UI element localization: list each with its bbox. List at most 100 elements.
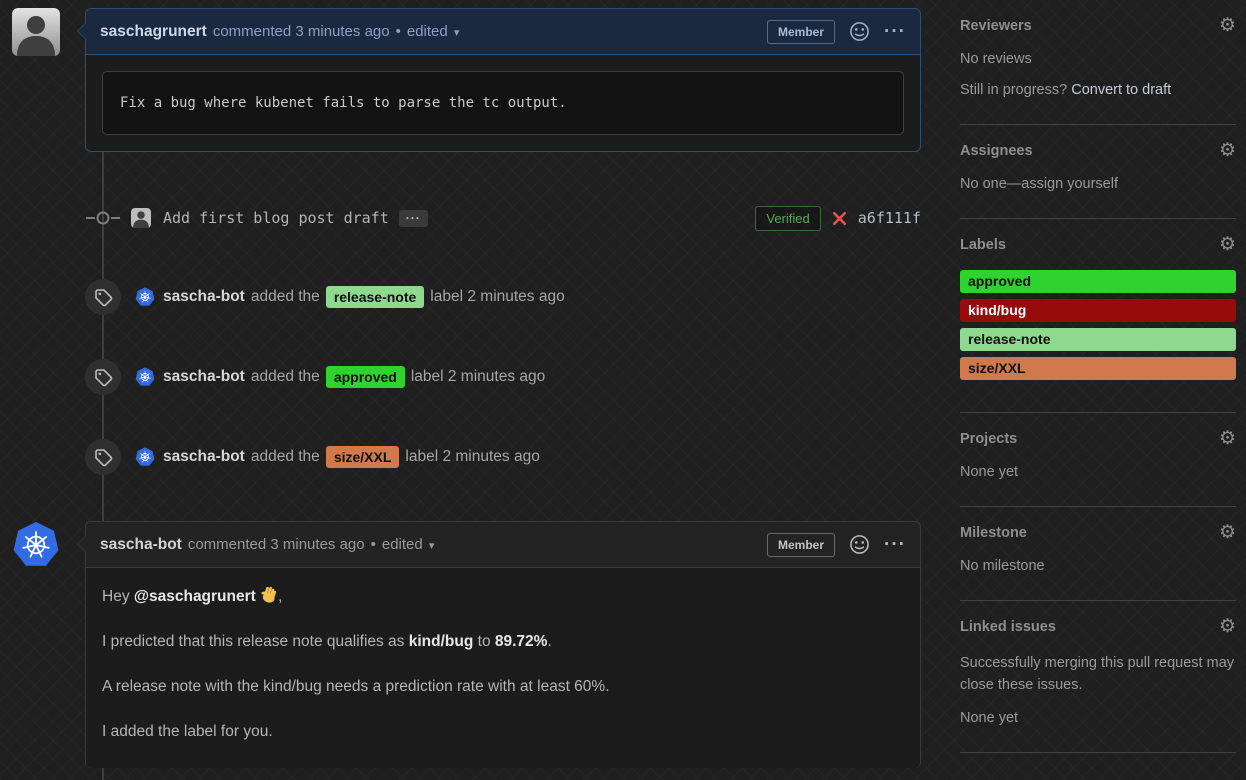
rule-paragraph: A release note with the kind/bug needs a… [102, 678, 904, 696]
commit-expand-button[interactable]: ··· [399, 210, 428, 227]
kubernetes-logo-icon [12, 521, 60, 569]
reviewers-empty-text: No reviews [960, 51, 1236, 67]
section-title: Milestone [960, 525, 1027, 541]
bot-avatar[interactable] [135, 447, 155, 467]
git-commit-icon [85, 206, 121, 230]
sidebar-section-assignees: Assignees ⚙ No one—assign yourself [960, 125, 1236, 219]
event-suffix: label 2 minutes ago [405, 448, 539, 466]
section-title: Linked issues [960, 619, 1056, 635]
comment-author-link[interactable]: sascha-bot [100, 536, 182, 554]
event-action: added the [251, 368, 320, 386]
event-icon-circle [85, 439, 121, 475]
label-event-row: sascha-bot added the release-note label … [85, 279, 921, 315]
emoji-reaction-button[interactable] [849, 21, 870, 42]
convert-to-draft-row: Still in progress? Convert to draft [960, 82, 1236, 98]
commit-message-link[interactable]: Add first blog post draft [163, 209, 389, 227]
comment-author-link[interactable]: saschagrunert [100, 23, 207, 41]
event-actor-link[interactable]: sascha-bot [163, 288, 245, 306]
sidebar-section-reviewers: Reviewers ⚙ No reviews Still in progress… [960, 0, 1236, 125]
gear-icon[interactable]: ⚙ [1219, 617, 1236, 636]
gear-icon[interactable]: ⚙ [1219, 141, 1236, 160]
sidebar-label-approved[interactable]: approved [960, 270, 1236, 293]
comment-header: sascha-bot commented 3 minutes ago • edi… [86, 522, 920, 568]
avatar[interactable] [12, 8, 60, 56]
prediction-paragraph: I predicted that this release note quali… [102, 633, 904, 651]
chevron-down-icon: ▾ [454, 27, 460, 39]
assignees-empty-text[interactable]: No one—assign yourself [960, 176, 1236, 192]
comment-timestamp: commented 3 minutes ago [213, 23, 390, 40]
event-actor-link[interactable]: sascha-bot [163, 368, 245, 386]
event-action: added the [251, 448, 320, 466]
label-event-row: sascha-bot added the approved label 2 mi… [85, 359, 921, 395]
separator-dot: • [371, 536, 376, 553]
sidebar-section-milestone: Milestone ⚙ No milestone [960, 507, 1236, 601]
linked-issues-description: Successfully merging this pull request m… [960, 652, 1236, 697]
edited-dropdown[interactable]: edited ▾ [407, 23, 460, 40]
comment-body: Hey @saschagrunert , I predicted that th… [86, 568, 920, 768]
section-title: Assignees [960, 143, 1033, 159]
member-badge: Member [767, 533, 835, 557]
verified-badge[interactable]: Verified [755, 206, 820, 231]
milestone-empty-text: No milestone [960, 558, 1236, 574]
event-suffix: label 2 minutes ago [430, 288, 564, 306]
kubernetes-logo-icon [135, 367, 155, 387]
edited-dropdown[interactable]: edited ▾ [382, 536, 435, 553]
bot-avatar[interactable] [135, 367, 155, 387]
tag-icon [94, 288, 113, 307]
label-chip[interactable]: release-note [326, 286, 424, 308]
label-chip[interactable]: size/XXL [326, 446, 400, 468]
sidebar-label-release-note[interactable]: release-note [960, 328, 1236, 351]
kubernetes-logo-icon [135, 447, 155, 467]
bot-avatar[interactable] [12, 521, 60, 569]
comment-timestamp: commented 3 minutes ago [188, 536, 365, 553]
release-note-code-block: Fix a bug where kubenet fails to parse t… [102, 71, 904, 135]
sidebar-section-projects: Projects ⚙ None yet [960, 413, 1236, 507]
conclusion-paragraph: I added the label for you. [102, 723, 904, 741]
sidebar-section-labels: Labels ⚙ approved kind/bug release-note … [960, 219, 1236, 413]
comment-options-button[interactable]: ··· [884, 540, 906, 550]
greeting-paragraph: Hey @saschagrunert , [102, 586, 904, 606]
convert-to-draft-link[interactable]: Convert to draft [1071, 82, 1171, 98]
gear-icon[interactable]: ⚙ [1219, 429, 1236, 448]
smiley-icon [849, 534, 870, 555]
event-icon-circle [85, 279, 121, 315]
pr-description-comment: saschagrunert commented 3 minutes ago • … [85, 8, 921, 152]
person-avatar-icon [12, 8, 60, 56]
event-actor-link[interactable]: sascha-bot [163, 448, 245, 466]
sidebar-label-size-xxl[interactable]: size/XXL [960, 357, 1236, 380]
section-title: Reviewers [960, 18, 1032, 34]
bot-comment: sascha-bot commented 3 minutes ago • edi… [85, 521, 921, 768]
commit-author-avatar[interactable] [131, 208, 151, 228]
event-icon-circle [85, 359, 121, 395]
label-event-row: sascha-bot added the size/XXL label 2 mi… [85, 439, 921, 475]
comment-body: Fix a bug where kubenet fails to parse t… [86, 55, 920, 151]
person-avatar-icon [131, 208, 151, 228]
comment-options-button[interactable]: ··· [884, 27, 906, 37]
bot-avatar[interactable] [135, 287, 155, 307]
waving-hand-icon [260, 586, 278, 604]
tag-icon [94, 448, 113, 467]
gear-icon[interactable]: ⚙ [1219, 235, 1236, 254]
gear-icon[interactable]: ⚙ [1219, 523, 1236, 542]
user-mention-link[interactable]: @saschagrunert [134, 588, 256, 605]
section-title: Labels [960, 237, 1006, 253]
gear-icon[interactable]: ⚙ [1219, 16, 1236, 35]
kubernetes-logo-icon [135, 287, 155, 307]
emoji-reaction-button[interactable] [849, 534, 870, 555]
comment-arrow [78, 536, 86, 552]
sidebar-label-kind-bug[interactable]: kind/bug [960, 299, 1236, 322]
projects-empty-text: None yet [960, 464, 1236, 480]
sidebar-section-linked-issues: Linked issues ⚙ Successfully merging thi… [960, 601, 1236, 753]
comment-header: saschagrunert commented 3 minutes ago • … [86, 9, 920, 55]
comment-arrow [78, 23, 86, 39]
chevron-down-icon: ▾ [429, 540, 435, 552]
commit-hash-link[interactable]: a6f111f [858, 209, 921, 227]
smiley-icon [849, 21, 870, 42]
linked-issues-empty-text: None yet [960, 710, 1236, 726]
event-suffix: label 2 minutes ago [411, 368, 545, 386]
label-chip[interactable]: approved [326, 366, 405, 388]
event-action: added the [251, 288, 320, 306]
ci-failed-x-icon[interactable] [831, 210, 848, 227]
section-title: Projects [960, 431, 1017, 447]
tag-icon [94, 368, 113, 387]
